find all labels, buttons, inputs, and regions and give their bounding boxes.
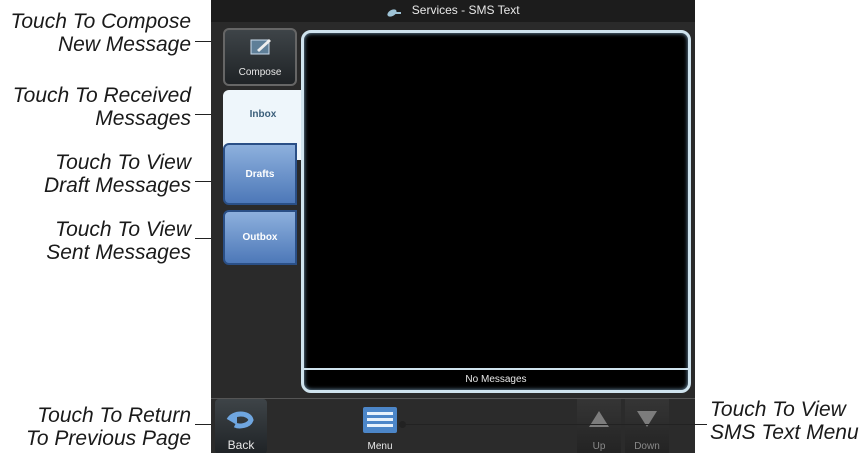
up-label: Up	[592, 441, 606, 452]
down-arrow-icon	[637, 411, 657, 430]
callout-line: To Previous Page	[26, 427, 191, 450]
status-text: No Messages	[304, 368, 688, 390]
menu-icon	[363, 407, 397, 436]
page-title: Services - SMS Text	[411, 3, 520, 17]
callout-line: Touch To Compose	[10, 10, 191, 33]
down-label: Down	[634, 441, 660, 452]
compose-icon	[249, 36, 273, 61]
inbox-label: Inbox	[249, 109, 277, 120]
message-list[interactable]: No Messages	[301, 30, 691, 393]
callout-line: Touch To View	[55, 151, 191, 174]
satellite-icon	[386, 5, 402, 17]
leader-dot	[399, 421, 406, 428]
outbox-label: Outbox	[242, 232, 278, 243]
compose-callout: Touch To Compose New Message	[10, 10, 191, 56]
menu-label: Menu	[367, 441, 393, 452]
leader-line	[402, 424, 707, 425]
up-button[interactable]: Up	[577, 399, 621, 453]
callout-line: New Message	[57, 33, 191, 56]
tab-drafts[interactable]: Drafts	[223, 143, 297, 205]
down-button[interactable]: Down	[625, 399, 669, 453]
up-arrow-icon	[589, 411, 609, 430]
back-callout: Touch To Return To Previous Page	[26, 404, 191, 450]
back-label: Back	[227, 438, 255, 452]
callout-line: Touch To View	[710, 398, 846, 421]
compose-label: Compose	[238, 67, 282, 78]
drafts-callout: Touch To View Draft Messages	[44, 151, 191, 197]
back-button[interactable]: Back	[215, 399, 267, 453]
callout-line: Draft Messages	[43, 174, 191, 197]
callout-line: Touch To Return	[37, 404, 191, 427]
bottom-toolbar: Back Menu Up Down	[211, 398, 695, 453]
title-bar: Services - SMS Text	[211, 0, 695, 22]
callout-line: Touch To View	[55, 218, 191, 241]
compose-button[interactable]: Compose	[223, 28, 297, 86]
back-arrow-icon	[225, 409, 257, 434]
outbox-callout: Touch To View Sent Messages	[46, 218, 191, 264]
callout-line: Sent Messages	[46, 241, 191, 264]
callout-line: Touch To Received	[12, 84, 191, 107]
menu-callout: Touch To View SMS Text Menu	[710, 398, 859, 444]
drafts-label: Drafts	[245, 169, 275, 180]
tab-outbox[interactable]: Outbox	[223, 210, 297, 265]
callout-line: Messages	[95, 107, 191, 130]
inbox-callout: Touch To Received Messages	[13, 84, 191, 130]
callout-line: SMS Text Menu	[710, 421, 859, 444]
device-screen: Services - SMS Text Compose Inbox Drafts…	[211, 0, 695, 453]
